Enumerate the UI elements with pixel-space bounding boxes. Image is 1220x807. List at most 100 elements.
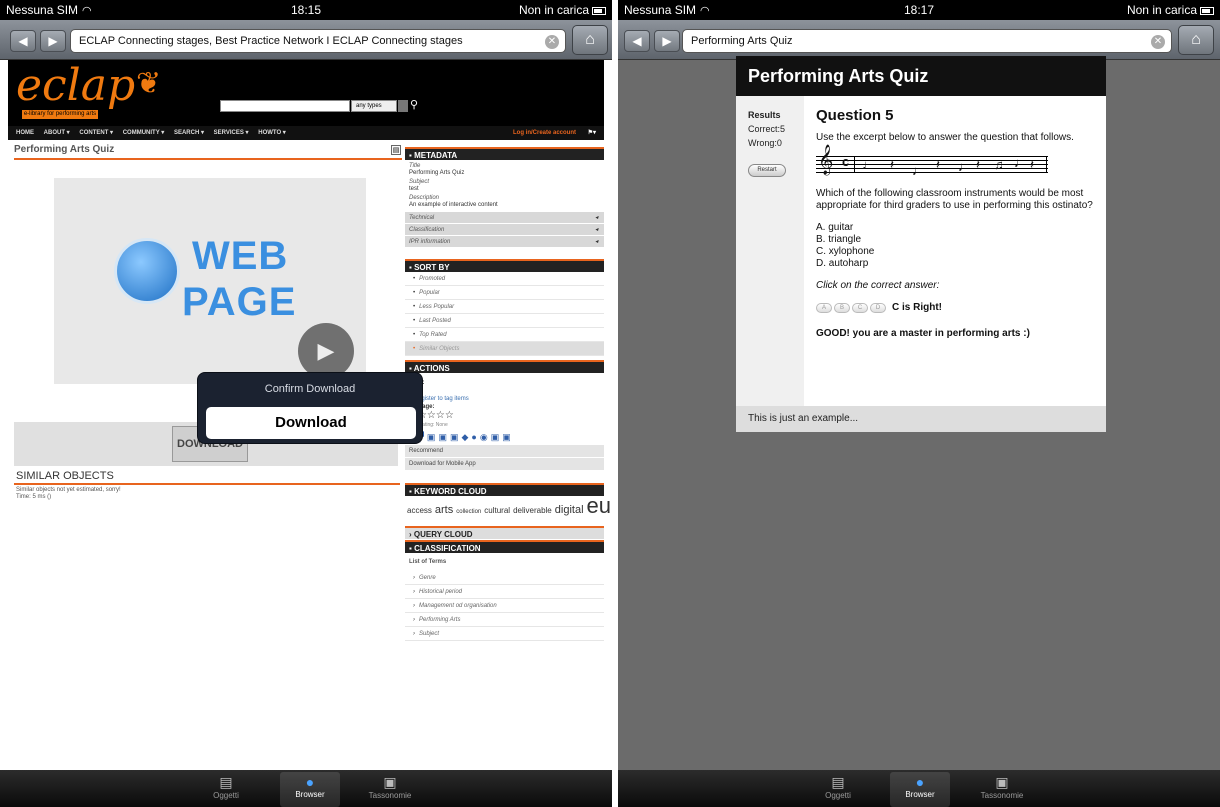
- sort-popular[interactable]: • Popular: [405, 286, 604, 300]
- keyword-tag[interactable]: digital: [555, 504, 584, 516]
- tab-browser[interactable]: ● Browser: [890, 772, 950, 807]
- sort-last-posted[interactable]: • Last Posted: [405, 314, 604, 328]
- back-button[interactable]: ◀: [10, 30, 36, 52]
- restart-button[interactable]: Restart: [748, 164, 786, 177]
- sort-by-header[interactable]: ▪ SORT BY: [405, 259, 604, 272]
- stumble-icon[interactable]: ◉: [480, 432, 491, 442]
- answer-instruction: Click on the correct answer:: [816, 280, 940, 291]
- chevron-right-icon: ›: [413, 603, 415, 609]
- term-management[interactable]: › Management od organisation: [405, 599, 604, 613]
- home-button[interactable]: ⌂: [572, 25, 608, 55]
- eclap-logo[interactable]: eclap: [16, 64, 135, 108]
- print-icon[interactable]: ▤: [391, 145, 401, 155]
- meta-classification-toggle[interactable]: Classification ◂: [405, 223, 604, 235]
- site-search-input[interactable]: [220, 100, 350, 112]
- sort-promoted-label: Promoted: [419, 276, 446, 282]
- keyword-cloud-header[interactable]: ▪ KEYWORD CLOUD: [405, 483, 604, 496]
- address-bar[interactable]: Performing Arts Quiz ✕: [682, 29, 1172, 53]
- tab-browser[interactable]: ● Browser: [280, 772, 340, 807]
- tab-tassonomie[interactable]: ▣ Tassonomie: [972, 772, 1032, 807]
- back-button[interactable]: ◀: [624, 30, 650, 52]
- keyword-tag[interactable]: arts: [435, 504, 453, 516]
- forward-button[interactable]: ▶: [654, 30, 680, 52]
- music-staff: 𝄞 c ♩ 𝄽 ♩ 𝄽 ♩ 𝄽 ♫ ♩ 𝄽: [816, 145, 1048, 180]
- keyword-tag[interactable]: deliverable: [513, 506, 552, 515]
- tab-tassonomie[interactable]: ▣ Tassonomie: [360, 772, 420, 807]
- confirm-download-button[interactable]: Download: [206, 407, 416, 439]
- flickr-icon[interactable]: ●: [471, 432, 479, 442]
- nav-content[interactable]: CONTENT ▾: [79, 130, 113, 136]
- actions-header[interactable]: ▪ ACTIONS: [405, 360, 604, 373]
- digg-icon[interactable]: ◆: [461, 432, 471, 442]
- twitter-icon[interactable]: ▣: [438, 432, 450, 442]
- bullet-icon: •: [413, 346, 416, 352]
- term-historical-period[interactable]: › Historical period: [405, 585, 604, 599]
- meta-technical-toggle[interactable]: Technical ◂: [405, 211, 604, 223]
- forward-button[interactable]: ▶: [40, 30, 66, 52]
- nav-home[interactable]: HOME: [16, 130, 34, 136]
- note-icon: ♩: [912, 163, 925, 178]
- search-icon[interactable]: ⚲: [410, 98, 418, 111]
- keyword-tag[interactable]: access: [407, 506, 432, 515]
- sort-top-rated[interactable]: • Top Rated: [405, 328, 604, 342]
- classification-header[interactable]: ▪ CLASSIFICATION: [405, 540, 604, 553]
- term-subject[interactable]: › Subject: [405, 627, 604, 641]
- facebook-icon[interactable]: ▣: [427, 432, 439, 442]
- note-icon: ♩: [862, 157, 875, 172]
- praise-message: GOOD! you are a master in performing art…: [816, 328, 1030, 339]
- meta-ipr-toggle[interactable]: IPR information ◂: [405, 235, 604, 247]
- term-genre[interactable]: › Genre: [405, 571, 604, 585]
- meta-title-value: Performing Arts Quiz: [409, 170, 465, 176]
- linkedin-icon[interactable]: ▣: [491, 432, 503, 442]
- metadata-header-label: METADATA: [414, 151, 458, 160]
- search-type-select[interactable]: any types: [351, 100, 397, 112]
- logo-tagline: e-library for performing arts: [22, 110, 98, 119]
- nav-howto[interactable]: HOWTO ▾: [258, 130, 286, 136]
- nav-about[interactable]: ABOUT ▾: [44, 130, 70, 136]
- login-link[interactable]: Log in/Create account: [513, 126, 576, 140]
- keyword-tag[interactable]: europeana: [587, 493, 612, 518]
- address-bar[interactable]: ECLAP Connecting stages, Best Practice N…: [70, 29, 566, 53]
- clear-icon[interactable]: ✕: [1151, 35, 1165, 49]
- content-preview[interactable]: WEB PAGE ▶: [54, 178, 366, 384]
- nav-services[interactable]: SERVICES ▾: [214, 130, 249, 136]
- share-icons[interactable]: ▞▣▣▣◆●◉▣▣: [417, 432, 600, 442]
- keyword-tag[interactable]: collection: [456, 509, 481, 515]
- nav-community[interactable]: COMMUNITY ▾: [123, 130, 165, 136]
- home-button[interactable]: ⌂: [1178, 25, 1214, 55]
- rest-icon: 𝄽: [976, 157, 980, 172]
- sort-promoted[interactable]: • Promoted: [405, 272, 604, 286]
- blogger-icon[interactable]: ▣: [450, 432, 462, 442]
- recommend-link[interactable]: Recommend: [405, 445, 604, 458]
- address-text: ECLAP Connecting stages, Best Practice N…: [79, 35, 463, 47]
- nav-search[interactable]: SEARCH ▾: [174, 130, 204, 136]
- sort-similar-objects[interactable]: • Similar Objects: [405, 342, 604, 356]
- meta-description-value: An example of interactive content: [409, 202, 498, 208]
- answer-d-button[interactable]: D: [870, 303, 886, 313]
- term-performing-arts[interactable]: › Performing Arts: [405, 613, 604, 627]
- terms-subheader: List of Terms: [409, 559, 447, 565]
- keyword-tag[interactable]: cultural: [484, 506, 510, 515]
- tab-oggetti[interactable]: ▤ Oggetti: [808, 772, 868, 807]
- play-icon[interactable]: ▶: [298, 323, 354, 379]
- dropdown-arrow-icon[interactable]: [398, 100, 408, 112]
- wrong-count: Wrong:0: [748, 138, 782, 148]
- answer-buttons: ABCD C is Right!: [816, 302, 1098, 316]
- clear-icon[interactable]: ✕: [545, 35, 559, 49]
- metadata-header[interactable]: ▪ METADATA: [405, 147, 604, 160]
- rating-text: Your rating: None: [409, 422, 448, 428]
- mobile-download-link[interactable]: Download for Mobile App: [405, 458, 604, 471]
- bullet-icon: •: [413, 318, 416, 324]
- flag-icon[interactable]: ⚑▾: [588, 126, 596, 140]
- sort-less-popular[interactable]: • Less Popular: [405, 300, 604, 314]
- register-link[interactable]: or register to tag items: [409, 395, 600, 403]
- query-cloud-header[interactable]: › QUERY CLOUD: [405, 526, 604, 539]
- rating-stars[interactable]: ☆☆☆☆☆: [409, 411, 600, 421]
- drawer-icon: ▤: [219, 774, 233, 790]
- answer-a-button[interactable]: A: [816, 303, 832, 313]
- answer-b-button[interactable]: B: [834, 303, 850, 313]
- answer-c-button[interactable]: C: [852, 303, 868, 313]
- option-c: C. xylophone: [816, 246, 875, 257]
- tab-oggetti[interactable]: ▤ Oggetti: [196, 772, 256, 807]
- email-icon[interactable]: ▣: [502, 432, 514, 442]
